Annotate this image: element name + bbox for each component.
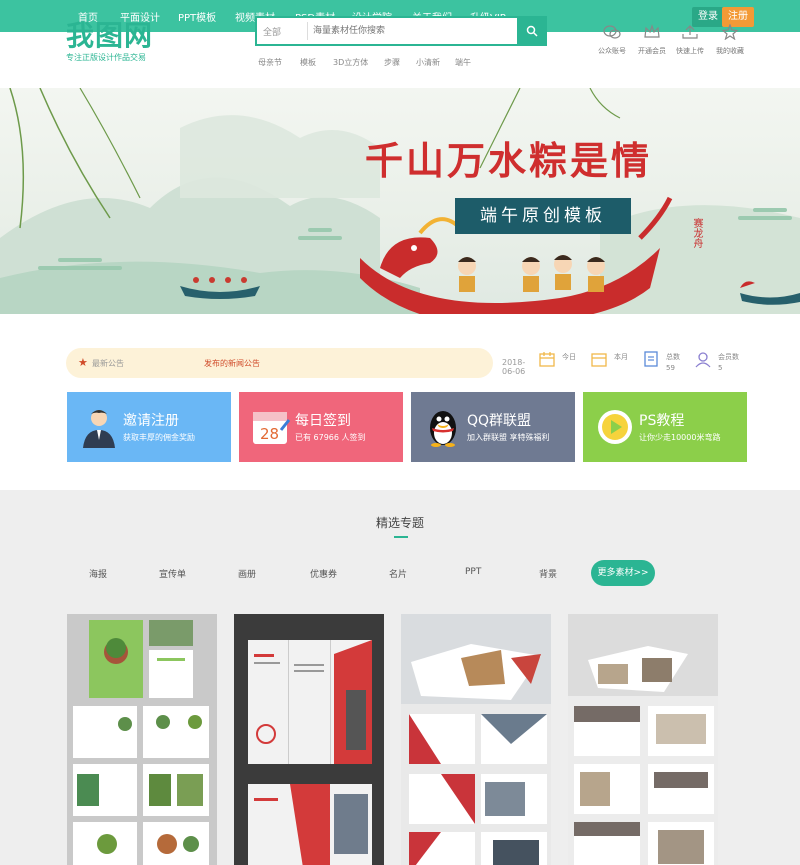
section-title: 精选专题 (375, 516, 424, 530)
slogan: 专注正版设计作品交易 (66, 53, 146, 62)
banner-title: 千山万水粽是情 (365, 138, 653, 183)
header-link-favorite[interactable]: 我的收藏 (710, 24, 750, 56)
notice-bar: ★ 最新公告 发布的新闻公告 2018-06-06 (66, 348, 525, 378)
wechat-label: 公众账号 (598, 47, 626, 55)
hotword[interactable]: 端午 (455, 57, 471, 68)
card-qq-group[interactable]: QQ群联盟 加入群联盟 享特殊福利 (411, 392, 575, 462)
hero-banner[interactable]: 千山万水粽是情 端午原创模板 赛龙舟 (0, 88, 800, 314)
template-thumbnail[interactable] (401, 614, 551, 865)
category-tab-card[interactable]: 名片 (389, 567, 407, 580)
search-category[interactable]: 全部 (263, 25, 281, 38)
calendar-month-icon (591, 353, 607, 367)
vip-icon (644, 24, 660, 38)
upload-icon (682, 25, 698, 39)
banner-landscape-illustration (0, 88, 800, 314)
stat-label: 会员数 (718, 353, 739, 361)
header-link-upload[interactable]: 快速上传 (670, 24, 710, 56)
favorite-label: 我的收藏 (716, 47, 744, 55)
banner-seal: 赛龙舟 (691, 218, 702, 248)
category-tab-flyer[interactable]: 宣传单 (159, 567, 186, 580)
document-icon (644, 351, 658, 367)
header: 我图网 专注正版设计作品交易 全部 母亲节 模板 3D立方体 步骤 小清新 端午 (0, 16, 800, 88)
brochure-triangles-preview (401, 614, 551, 865)
card-checkin[interactable]: 28 每日签到 已有 67966 人签到 (239, 392, 403, 462)
card-title: 每日签到 (295, 413, 351, 429)
category-tab-coupon[interactable]: 优惠券 (310, 567, 337, 580)
play-icon (598, 410, 632, 444)
qq-penguin-icon (430, 411, 456, 447)
notice-label: 最新公告 (92, 359, 124, 368)
template-thumbnail[interactable] (234, 614, 384, 865)
wechat-icon (603, 25, 621, 39)
stat-value: 5 (718, 364, 723, 372)
notice-link[interactable]: 发布的新闻公告 (204, 358, 260, 369)
stat-today: 今日 (538, 350, 590, 380)
svg-text:28: 28 (260, 425, 279, 443)
card-title: PS教程 (639, 413, 685, 429)
search-box: 全部 (255, 16, 547, 46)
stat-month: 本月 (590, 350, 642, 380)
card-desc: 已有 67966 人签到 (295, 433, 366, 442)
star-icon: ★ (78, 356, 88, 369)
card-title: 邀请注册 (123, 413, 179, 429)
search-divider (307, 22, 308, 40)
card-title: QQ群联盟 (467, 413, 532, 429)
businessman-icon (83, 410, 115, 448)
search-button[interactable] (517, 16, 547, 46)
stat-members: 会员数 5 (694, 350, 746, 380)
card-invite[interactable]: 邀请注册 获取丰厚的佣金奖励 (67, 392, 231, 462)
banner-subtitle: 端午原创模板 (455, 198, 631, 234)
hotword[interactable]: 3D立方体 (333, 57, 368, 68)
hotword[interactable]: 模板 (300, 57, 316, 68)
stat-label: 总数 (666, 353, 680, 361)
section-title-underline (394, 536, 408, 538)
hotword[interactable]: 步骤 (384, 57, 400, 68)
calendar-checkin-icon: 28 (253, 412, 291, 444)
user-icon (695, 352, 711, 368)
page: 首页 平面设计 PPT模板 视频素材 PSD素材 设计学院 关于我们 升级VIP… (0, 0, 800, 865)
vip-label: 开通会员 (638, 47, 666, 55)
template-thumbnail[interactable] (67, 614, 217, 865)
search-input[interactable] (313, 22, 513, 40)
hotword[interactable]: 母亲节 (258, 57, 282, 68)
search-icon (526, 25, 538, 37)
template-thumbnail[interactable] (568, 614, 718, 865)
brochure-interior-preview (568, 614, 718, 865)
more-materials-button[interactable]: 更多素材>> (591, 560, 655, 586)
header-link-vip[interactable]: 开通会员 (632, 24, 672, 56)
category-tab-ppt[interactable]: PPT (465, 567, 481, 577)
stat-value: 59 (666, 364, 675, 372)
brochure-plants-preview (67, 614, 217, 865)
card-ps-tutorial[interactable]: PS教程 让你少走10000米弯路 (583, 392, 747, 462)
upload-label: 快速上传 (676, 47, 704, 55)
notice-date: 2018-06-06 (502, 358, 526, 376)
nav-item-ppt[interactable]: PPT模板 (178, 9, 216, 24)
category-tab-background[interactable]: 背景 (539, 567, 557, 580)
stat-label: 本月 (614, 353, 628, 361)
stat-total: 总数 59 (642, 350, 694, 380)
featured-section: 精选专题 海报 宣传单 画册 优惠券 名片 PPT 背景 更多素材>> (0, 490, 800, 865)
category-tab-brochure[interactable]: 画册 (238, 567, 256, 580)
card-desc: 让你少走10000米弯路 (639, 433, 721, 442)
hotword[interactable]: 小清新 (416, 57, 440, 68)
card-desc: 加入群联盟 享特殊福利 (467, 433, 550, 442)
card-desc: 获取丰厚的佣金奖励 (123, 433, 195, 442)
category-tab-poster[interactable]: 海报 (89, 567, 107, 580)
favorite-icon (721, 24, 739, 40)
brochure-red-trifold-preview (234, 614, 384, 865)
calendar-icon (539, 352, 555, 367)
stat-label: 今日 (562, 353, 576, 361)
header-link-wechat[interactable]: 公众账号 (592, 24, 632, 56)
site-logo[interactable]: 我图网 (66, 14, 153, 54)
